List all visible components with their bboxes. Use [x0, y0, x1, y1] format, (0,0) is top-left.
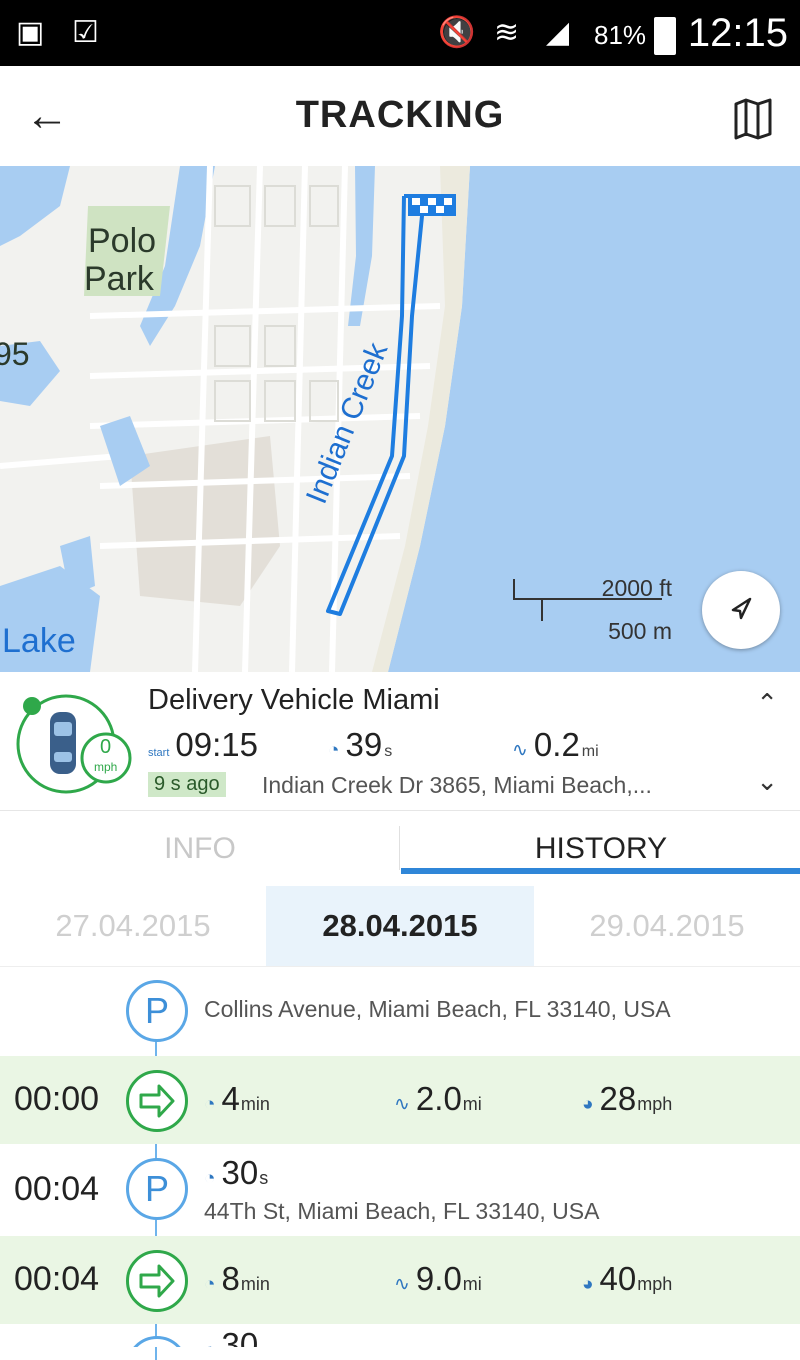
date-next[interactable]: 29.04.2015	[534, 886, 800, 966]
timeline-item-drive[interactable]: 00:00 ◔ 4 min ∿ 2.0 mi ◕ 28 mph	[0, 1056, 800, 1144]
map-label-lake: Lake	[2, 622, 76, 660]
route-icon: ∿	[394, 1274, 410, 1295]
vehicle-address: Indian Creek Dr 3865, Miami Beach,...	[262, 772, 652, 798]
speedometer-icon: ◕	[582, 1274, 594, 1295]
speed-value: 28	[599, 1080, 637, 1117]
map-scale: 2000 ft 500 m	[512, 575, 672, 644]
duration-unit: min	[240, 1094, 270, 1114]
vehicle-avatar: 0 mph	[14, 692, 138, 816]
tracking-map[interactable]: Polo Park 95 Lake Indian Creek 2000 ft 5…	[0, 166, 800, 672]
drive-speed: ◕ 40 mph	[582, 1260, 672, 1298]
timeline-item-parking[interactable]: P Collins Avenue, Miami Beach, FL 33140,…	[0, 966, 800, 1054]
speed-unit: mph	[94, 760, 118, 774]
duration-value: 39	[345, 726, 383, 763]
duration-unit: s	[259, 1168, 269, 1188]
map-label-polo: Polo	[88, 222, 157, 260]
drive-duration: ◔ 4 min	[204, 1080, 270, 1118]
duration-unit: s	[384, 743, 393, 760]
last-update-badge: 9 s ago	[148, 772, 226, 797]
duration-value: 8	[221, 1260, 240, 1297]
battery-percent: 81%	[594, 20, 647, 50]
speed-unit: mph	[637, 1274, 673, 1294]
parking-icon: P	[126, 1336, 188, 1347]
map-icon	[734, 98, 772, 140]
app-header: ← TRACKING	[0, 66, 800, 166]
active-tab-indicator	[401, 868, 800, 874]
clock-icon: ◔	[204, 1168, 216, 1189]
clock-icon: ◔	[204, 1340, 215, 1347]
clipboard-check-icon: ☑	[72, 16, 99, 49]
date-current[interactable]: 28.04.2015	[266, 886, 534, 966]
scale-top: 2000 ft	[601, 575, 672, 601]
parking-duration: ◔ 30 s	[204, 1154, 268, 1192]
chevron-down-icon[interactable]: ⌄	[756, 766, 778, 797]
map-view-button[interactable]	[728, 92, 780, 144]
parking-duration: ◔ 30	[204, 1326, 258, 1347]
item-time: 00:04	[14, 1170, 100, 1208]
drive-duration: ◔ 8 min	[204, 1260, 270, 1298]
date-selector: 27.04.2015 28.04.2015 29.04.2015	[0, 886, 800, 967]
parking-icon: P	[126, 980, 188, 1042]
clock-icon: ◔	[204, 1274, 216, 1295]
date-previous[interactable]: 27.04.2015	[0, 886, 266, 966]
gallery-icon: ▣	[16, 16, 45, 49]
scale-bottom: 500 m	[608, 618, 672, 644]
start-label: start	[148, 747, 170, 759]
duration-unit: min	[240, 1274, 270, 1294]
speedometer-icon: ◕	[582, 1094, 594, 1115]
speed-value: 40	[599, 1260, 637, 1297]
distance-unit: mi	[581, 743, 599, 760]
timeline-item-parking[interactable]: P ◔ 30	[0, 1326, 800, 1347]
tab-divider	[399, 826, 400, 870]
speed-unit: mph	[637, 1094, 673, 1114]
chevron-up-icon[interactable]: ⌃	[756, 688, 778, 719]
duration-value: 4	[221, 1080, 240, 1117]
distance-value: 9.0	[415, 1260, 462, 1297]
status-bar: ▣ ☑ 🔇 ≋ ◢ 81% 12:15	[0, 0, 800, 66]
clock-icon: ◔	[328, 740, 340, 761]
map-label-park: Park	[84, 260, 154, 298]
distance-value: 2.0	[415, 1080, 462, 1117]
drive-distance: ∿ 2.0 mi	[394, 1080, 482, 1118]
route-icon: ∿	[512, 740, 528, 761]
duration-stat: ◔ 39 s	[328, 726, 392, 764]
vehicle-name: Delivery Vehicle Miami	[148, 684, 440, 716]
distance-unit: mi	[462, 1274, 482, 1294]
locate-button[interactable]	[702, 571, 780, 649]
drive-arrow-icon	[126, 1070, 188, 1132]
vehicle-card[interactable]: 0 mph Delivery Vehicle Miami start 09:15…	[0, 672, 800, 811]
tab-info[interactable]: INFO	[0, 812, 400, 886]
start-time-stat: start 09:15	[148, 726, 258, 764]
item-time: 00:04	[14, 1260, 100, 1298]
map-label-partial: 95	[0, 336, 30, 372]
parking-address: Collins Avenue, Miami Beach, FL 33140, U…	[204, 996, 671, 1022]
timeline-item-parking[interactable]: 00:04 P ◔ 30 s 44Th St, Miami Beach, FL …	[0, 1146, 800, 1234]
distance-unit: mi	[462, 1094, 482, 1114]
distance-stat: ∿ 0.2 mi	[512, 726, 599, 764]
start-time: 09:15	[175, 726, 258, 763]
duration-value: 30	[221, 1326, 259, 1347]
route-icon: ∿	[394, 1094, 410, 1115]
wifi-icon: ≋	[494, 16, 520, 49]
battery-icon	[654, 17, 676, 55]
clock-icon: ◔	[204, 1094, 216, 1115]
item-time: 00:00	[14, 1080, 100, 1118]
navigation-arrow-icon	[731, 597, 752, 620]
clock: 12:15	[687, 11, 788, 55]
drive-distance: ∿ 9.0 mi	[394, 1260, 482, 1298]
speed-value: 0	[100, 736, 112, 758]
parking-icon: P	[126, 1158, 188, 1220]
parking-address: 44Th St, Miami Beach, FL 33140, USA	[204, 1198, 600, 1224]
timeline-item-drive[interactable]: 00:04 ◔ 8 min ∿ 9.0 mi ◕ 40 mph	[0, 1236, 800, 1324]
drive-arrow-icon	[126, 1250, 188, 1312]
mute-icon: 🔇	[438, 16, 476, 49]
tab-history[interactable]: HISTORY	[401, 812, 800, 886]
page-title: TRACKING	[295, 94, 505, 136]
tab-bar: INFO HISTORY	[0, 812, 800, 886]
duration-value: 30	[221, 1154, 259, 1191]
signal-icon: ◢	[546, 16, 570, 49]
drive-speed: ◕ 28 mph	[582, 1080, 672, 1118]
distance-value: 0.2	[533, 726, 580, 763]
